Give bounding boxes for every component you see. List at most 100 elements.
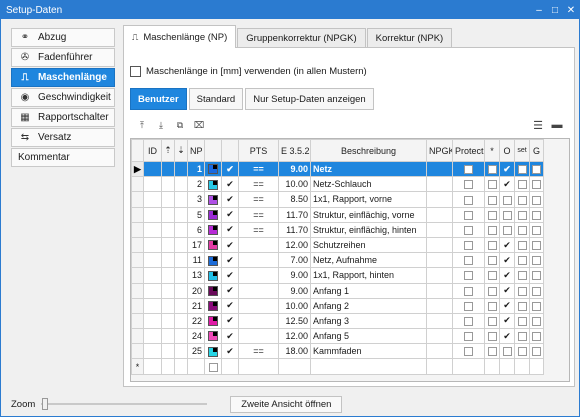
cell-protect[interactable] [452, 176, 485, 193]
compact-view-icon[interactable]: ☰ [530, 118, 546, 132]
cell-star[interactable] [484, 221, 500, 238]
cell-description[interactable]: Netz, Aufnahme [310, 252, 427, 269]
cell-e352[interactable]: 11.70 [278, 206, 311, 223]
cell-protect[interactable] [452, 312, 485, 330]
cell-protect[interactable] [452, 160, 485, 178]
cell-star[interactable] [484, 312, 500, 330]
cell-pts[interactable] [238, 328, 279, 345]
cell-id[interactable] [143, 206, 162, 223]
cell-active[interactable]: ✔ [221, 252, 239, 269]
table-row[interactable]: ▶ 1 ✔ == 9.00 Netz ✔ [131, 160, 544, 178]
cell-description[interactable]: Anfang 5 [310, 328, 427, 345]
cell-e352[interactable]: 7.00 [278, 252, 311, 269]
cell-id[interactable] [143, 328, 162, 345]
cell-star[interactable] [484, 328, 500, 345]
cell-e352[interactable]: 10.00 [278, 297, 311, 314]
cell-npgk[interactable] [426, 297, 453, 314]
cell-g[interactable] [529, 191, 544, 208]
color-swatch[interactable] [208, 285, 218, 296]
color-swatch[interactable] [208, 316, 218, 327]
set-checkbox[interactable] [517, 225, 527, 235]
new-cell[interactable] [426, 358, 453, 375]
cell-o[interactable]: ✔ [499, 282, 515, 299]
new-cell[interactable] [514, 358, 530, 375]
table-row[interactable]: 22 ✔ 12.50 Anfang 3 ✔ [131, 312, 544, 330]
star-checkbox[interactable] [487, 301, 497, 311]
cell-e352[interactable]: 12.50 [278, 312, 311, 330]
star-checkbox[interactable] [487, 332, 497, 342]
g-checkbox[interactable] [532, 256, 541, 266]
table-row[interactable]: 5 ✔ == 11.70 Struktur, einflächig, vorne [131, 206, 544, 223]
new-cell[interactable] [143, 358, 162, 375]
check-icon[interactable]: ✔ [226, 224, 234, 234]
cell-active[interactable]: ✔ [221, 297, 239, 314]
star-checkbox[interactable] [487, 317, 497, 327]
cell-up[interactable] [161, 328, 175, 345]
cell-npgk[interactable] [426, 328, 453, 345]
cell-down[interactable] [174, 297, 188, 314]
cell-down[interactable] [174, 176, 188, 193]
cell-e352[interactable]: 12.00 [278, 328, 311, 345]
cell-o[interactable]: ✔ [499, 176, 515, 193]
cell-o[interactable] [499, 343, 515, 360]
cell-color[interactable] [204, 267, 222, 284]
new-cell[interactable] [174, 358, 188, 375]
cell-down[interactable] [174, 343, 188, 360]
mm-option[interactable]: Maschenlänge in [mm] verwenden (in allen… [130, 66, 367, 77]
filter-button-1[interactable]: Benutzer [130, 88, 187, 110]
cell-npgk[interactable] [426, 267, 453, 284]
zoom-thumb[interactable] [42, 398, 49, 410]
color-swatch[interactable] [208, 331, 218, 342]
cell-up[interactable] [161, 206, 175, 223]
row-header[interactable] [131, 343, 144, 360]
cell-active[interactable]: ✔ [221, 267, 239, 284]
g-checkbox[interactable] [532, 165, 541, 175]
cell-npgk[interactable] [426, 160, 453, 178]
cell-down[interactable] [174, 252, 188, 269]
protect-checkbox[interactable] [464, 271, 473, 281]
set-checkbox[interactable] [517, 180, 527, 190]
check-icon[interactable]: ✔ [503, 331, 511, 341]
set-checkbox[interactable] [517, 195, 527, 205]
cell-np[interactable]: 21 [187, 297, 205, 314]
cell-up[interactable] [161, 312, 175, 330]
new-cell[interactable] [499, 358, 515, 375]
new-cell[interactable] [529, 358, 544, 375]
check-icon[interactable]: ✔ [226, 240, 234, 250]
cell-color[interactable] [204, 160, 222, 178]
cell-e352[interactable]: 18.00 [278, 343, 311, 360]
row-header[interactable] [131, 221, 144, 238]
sidebar-item-2[interactable]: ✇ Fadenführer [11, 48, 115, 67]
o-checkbox[interactable] [502, 225, 512, 235]
o-checkbox[interactable] [502, 195, 512, 205]
tab-2[interactable]: Gruppenkorrektur (NPGK) [237, 28, 366, 47]
cell-npgk[interactable] [426, 221, 453, 238]
star-checkbox[interactable] [487, 347, 497, 357]
cell-id[interactable] [143, 160, 162, 178]
cell-o[interactable] [499, 191, 515, 208]
new-cell[interactable] [238, 358, 279, 375]
protect-checkbox[interactable] [464, 241, 473, 251]
cell-star[interactable] [484, 206, 500, 223]
cell-id[interactable] [143, 297, 162, 314]
set-checkbox[interactable] [517, 256, 527, 266]
cell-np[interactable]: 6 [187, 221, 205, 238]
cell-set[interactable] [514, 282, 530, 299]
cell-up[interactable] [161, 297, 175, 314]
cell-up[interactable] [161, 176, 175, 193]
star-checkbox[interactable] [487, 195, 497, 205]
star-checkbox[interactable] [487, 241, 497, 251]
cell-id[interactable] [143, 176, 162, 193]
cell-down[interactable] [174, 267, 188, 284]
check-icon[interactable]: ✔ [503, 315, 511, 325]
cell-set[interactable] [514, 267, 530, 284]
table-row[interactable]: 13 ✔ 9.00 1x1, Rapport, hinten ✔ [131, 267, 544, 284]
cell-protect[interactable] [452, 221, 485, 238]
cell-npgk[interactable] [426, 206, 453, 223]
cell-g[interactable] [529, 176, 544, 193]
cell-active[interactable]: ✔ [221, 312, 239, 330]
set-checkbox[interactable] [517, 332, 527, 342]
cell-e352[interactable]: 8.50 [278, 191, 311, 208]
col-o[interactable]: O [499, 139, 515, 162]
check-icon[interactable]: ✔ [226, 179, 234, 189]
